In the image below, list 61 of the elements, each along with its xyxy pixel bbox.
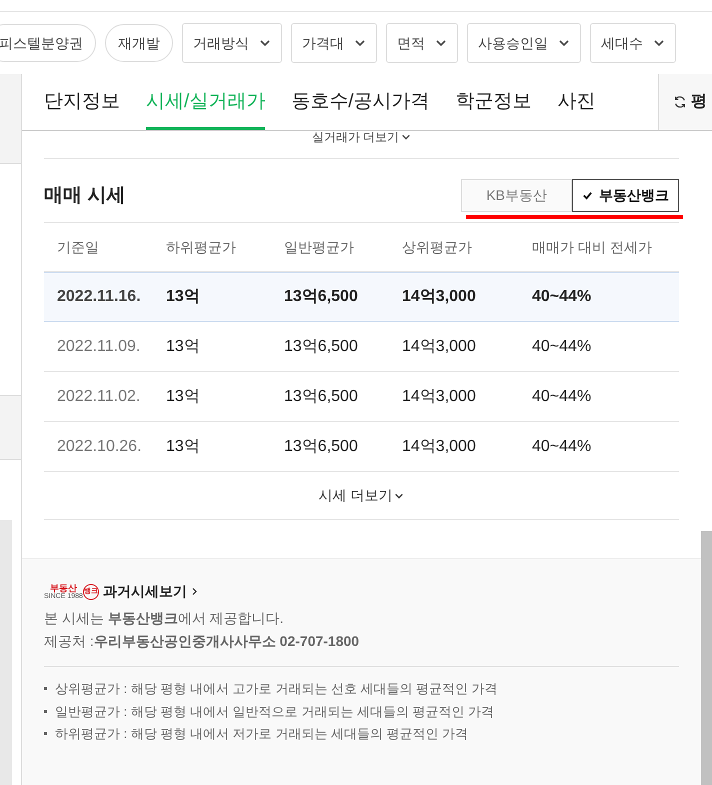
column-header: 일반평균가 [284,238,355,256]
refresh-icon [673,95,687,109]
source-toggle[interactable]: KB부동산 [461,179,572,212]
bullet-icon [44,710,47,713]
table-cell-text: 40~44% [532,287,592,307]
table-cell-text: 13억 [166,386,201,406]
table-cell-text: 2022.10.26. [56,436,143,456]
tab[interactable]: 단지정보 [44,74,120,130]
chevron-down-icon [401,132,412,142]
table-row[interactable]: 2022.11.09. 13억 13억6,500 14억3,000 40~44% [44,322,679,372]
column-header: 기준일 [56,238,100,256]
table-cell-text: 2022.11.16. [56,287,142,307]
definition-note: 일반평균가 : 해당 평형 내에서 일반적으로 거래되는 세대들의 평균적인 가격 [55,702,494,720]
table-cell-text: 14억3,000 [402,436,477,456]
table-row[interactable]: 2022.10.26. 13억 13억6,500 14억3,000 40~44% [44,422,679,472]
tab[interactable]: 사진 [558,74,596,130]
definition-note: 하위평균가 : 해당 평형 내에서 저가로 거래되는 세대들의 평균적인 가격 [55,725,468,743]
tab[interactable]: 학군정보 [456,74,532,130]
table-cell-text: 14억3,000 [402,386,477,406]
table-row[interactable]: 2022.11.02. 13억 13억6,500 14억3,000 40~44% [44,372,679,422]
section-title: 매매 시세 [44,184,126,208]
table-cell-text: 40~44% [532,336,592,356]
column-header: 매매가 대비 전세가 [532,238,653,256]
table-cell-text: 2022.11.09. [56,336,142,356]
bullet-icon [44,687,47,690]
filter-dropdown[interactable]: 거래방식 [182,23,282,63]
chevron-right-icon [190,587,199,596]
table-cell-text: 13억6,500 [284,287,359,307]
provider-note: 본 시세는 부동산뱅크에서 제공합니다. [44,609,285,628]
column-header: 하위평균가 [166,238,237,256]
filter-dropdown[interactable]: 면적 [386,23,458,63]
table-cell-text: 13억6,500 [284,386,359,406]
table-cell-text: 14억3,000 [402,336,477,356]
table-cell-text: 13억 [166,336,201,356]
scrollbar[interactable] [701,531,712,785]
pyeong-toggle-button[interactable]: 평 [658,74,712,130]
more-prices-link[interactable]: 시세 더보기 [318,485,404,506]
filter-chip[interactable]: 재개발 [105,24,173,62]
column-header: 상위평균가 [402,238,473,256]
table-cell-text: 40~44% [532,436,592,456]
check-icon [582,190,593,201]
filter-dropdown[interactable]: 가격대 [291,23,377,63]
table-cell-text: 13억 [166,436,201,456]
bullet-icon [44,732,47,736]
table-row[interactable]: 2022.11.16. 13억 13억6,500 14억3,000 40~44% [44,272,679,322]
table-cell-text: 40~44% [532,386,592,406]
table-cell-text: 13억6,500 [284,336,359,356]
provider-contact: 제공처 :우리부동산공인중개사사무소 02-707-1800 [44,632,360,651]
table-cell-text: 13억 [166,287,201,307]
filter-dropdown[interactable]: 사용승인일 [467,23,581,63]
history-link[interactable]: 과거시세보기 [102,581,199,602]
filter-dropdown[interactable]: 세대수 [590,23,676,63]
table-cell-text: 13억6,500 [284,436,359,456]
table-cell-text: 14억3,000 [402,287,477,307]
table-cell-text: 2022.11.02. [56,386,142,406]
source-toggle[interactable]: 부동산뱅크 [572,179,679,212]
filter-chip[interactable]: 피스텔분양권 [0,24,96,62]
logo-text: 부동산 [50,584,77,592]
tab[interactable]: 동호수/공시가격 [291,74,430,130]
more-trades-link[interactable]: 실거래가 더보기 [312,131,412,143]
definition-note: 상위평균가 : 해당 평형 내에서 고가로 거래되는 선호 세대들의 평균적인 가격 [55,680,498,698]
